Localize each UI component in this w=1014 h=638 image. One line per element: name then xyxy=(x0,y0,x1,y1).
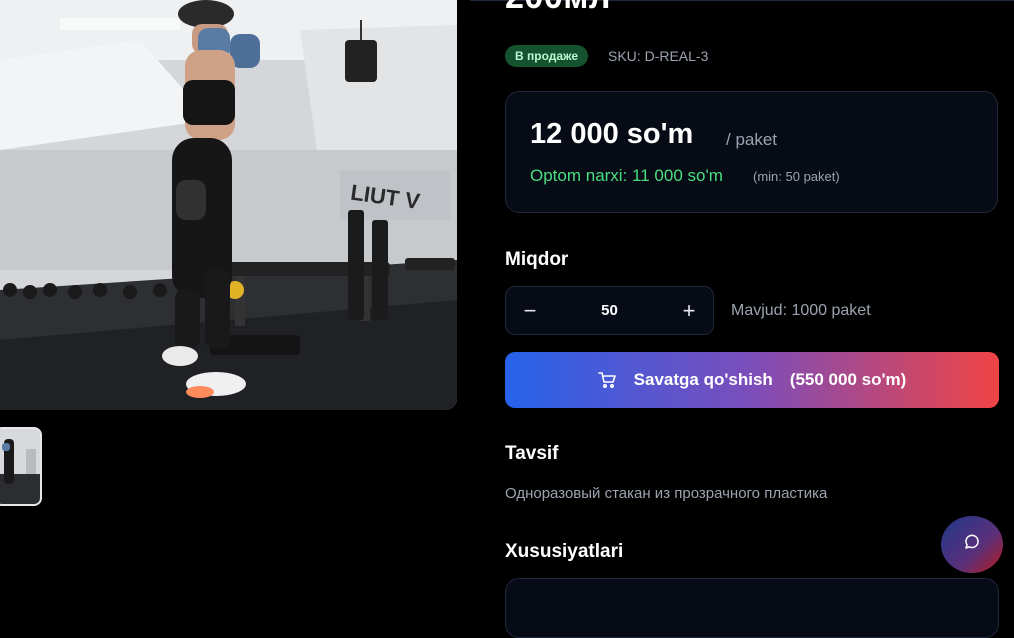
description-text: Одноразовый стакан из прозрачного пласти… xyxy=(505,485,828,502)
specs-heading: Xususiyatlari xyxy=(505,541,624,562)
price-unit: / paket xyxy=(726,130,778,149)
add-to-cart-total: (550 000 so'm) xyxy=(789,370,907,389)
quantity-stepper: − 50 + xyxy=(505,286,714,335)
quantity-increase-button[interactable]: + xyxy=(665,287,713,334)
product-price: 12 000 so'm xyxy=(530,118,694,150)
product-thumbnail[interactable] xyxy=(0,427,42,506)
product-title: 200мл xyxy=(505,0,611,17)
stock-available: Mavjud: 1000 paket xyxy=(731,302,871,319)
product-sku: SKU: D-REAL-3 xyxy=(608,48,709,64)
product-main-image[interactable]: LIUT V xyxy=(0,0,457,410)
chat-button[interactable] xyxy=(941,516,1003,573)
chat-icon xyxy=(964,534,980,555)
status-badge: В продаже xyxy=(505,45,589,67)
wholesale-price: Optom narxi: 11 000 so'm xyxy=(530,166,723,185)
price-card: 12 000 so'm / paket Optom narxi: 11 000 … xyxy=(505,91,998,213)
cart-icon xyxy=(597,372,616,388)
quantity-input[interactable]: 50 xyxy=(554,287,665,334)
specs-card xyxy=(505,578,999,638)
description-heading: Tavsif xyxy=(505,443,559,464)
add-to-cart-label: Savatga qo'shish xyxy=(633,370,773,389)
add-to-cart-button[interactable]: Savatga qo'shish (550 000 so'm) xyxy=(505,352,999,408)
wholesale-min: (min: 50 paket) xyxy=(753,169,840,184)
quantity-heading: Miqdor xyxy=(505,249,569,270)
quantity-decrease-button[interactable]: − xyxy=(506,287,554,334)
